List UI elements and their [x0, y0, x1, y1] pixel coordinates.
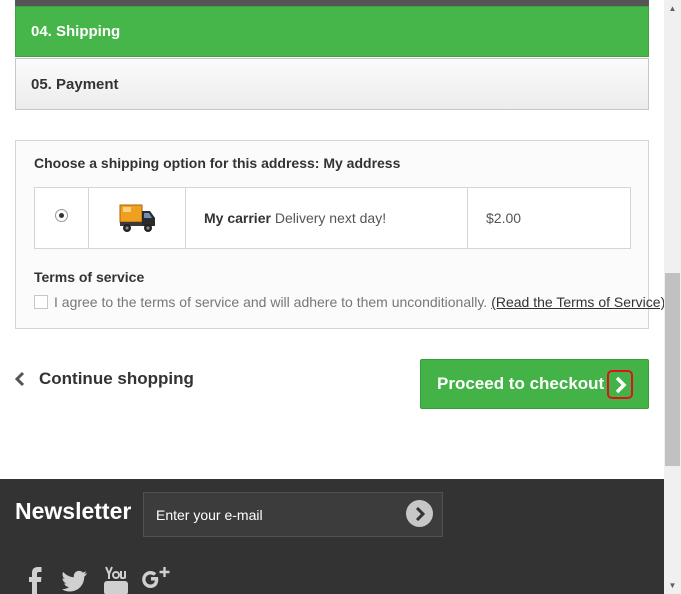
step-payment: 05. Payment [15, 58, 649, 110]
newsletter-title: Newsletter [15, 498, 132, 524]
terms-checkbox[interactable] [34, 295, 48, 309]
shipping-options-panel: Choose a shipping option for this addres… [15, 140, 665, 329]
chevron-right-icon [415, 506, 425, 521]
step-payment-label: 05. Payment [31, 75, 119, 93]
shipping-option-title: Choose a shipping option for this addres… [34, 155, 401, 171]
facebook-icon[interactable] [27, 565, 43, 594]
carrier-price: $2.00 [468, 188, 630, 248]
scroll-down-arrow-icon[interactable]: ▼ [664, 577, 681, 594]
carrier-option-row[interactable]: My carrier Delivery next day! $2.00 [34, 187, 631, 249]
terms-link[interactable]: (Read the Terms of Service) [491, 294, 665, 310]
checkout-arrow-icon[interactable] [607, 370, 633, 399]
proceed-to-checkout-button[interactable]: Proceed to checkout [420, 359, 649, 409]
newsletter-placeholder: Enter your e-mail [156, 506, 263, 523]
carrier-radio[interactable] [55, 208, 68, 222]
google-plus-icon[interactable] [142, 565, 170, 594]
terms-row: I agree to the terms of service and will… [34, 294, 665, 310]
terms-agree-text: I agree to the terms of service and will… [54, 294, 488, 310]
continue-shopping-link[interactable]: Continue shopping [14, 369, 194, 389]
scrollbar-thumb[interactable] [665, 273, 680, 466]
newsletter-submit-button[interactable] [406, 500, 433, 527]
carrier-delay: Delivery next day! [274, 210, 387, 226]
step-shipping-label: 04. Shipping [31, 23, 121, 40]
newsletter-email-input[interactable]: Enter your e-mail [143, 492, 443, 537]
scroll-up-arrow-icon[interactable]: ▲ [664, 0, 681, 17]
footer: Newsletter Enter your e-mail [0, 479, 664, 594]
carrier-radio-cell [35, 188, 89, 248]
carrier-price-value: $2.00 [486, 210, 522, 226]
radio-selected-dot [59, 212, 64, 218]
step-shipping: 04. Shipping [15, 6, 649, 57]
continue-shopping-label: Continue shopping [39, 369, 194, 388]
page-scrollbar[interactable]: ▲ ▼ [664, 0, 681, 594]
twitter-icon[interactable] [62, 565, 88, 594]
terms-title: Terms of service [34, 269, 145, 285]
youtube-icon[interactable] [103, 565, 129, 594]
carrier-logo-cell [89, 188, 186, 248]
carrier-name: My carrier [204, 210, 271, 226]
truck-icon [119, 204, 155, 232]
chevron-left-icon [14, 371, 25, 387]
checkout-label: Proceed to checkout [437, 374, 605, 393]
carrier-description: My carrier Delivery next day! [186, 188, 468, 248]
chevron-right-icon [615, 376, 627, 393]
